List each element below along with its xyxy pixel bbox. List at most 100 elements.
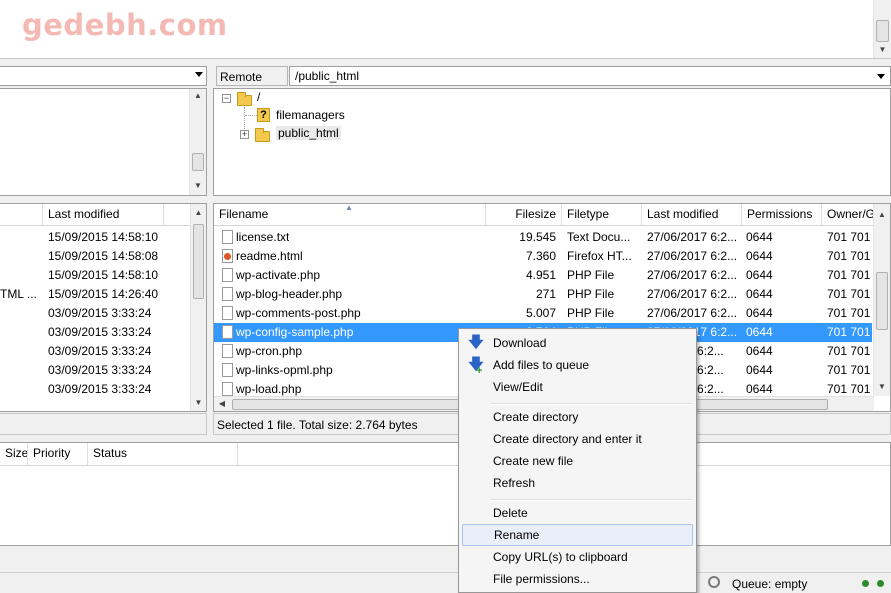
cell-filesize: 19.545: [519, 230, 556, 244]
table-row[interactable]: TML ... 15/09/2015 14:26:40: [0, 285, 192, 304]
local-directory-tree[interactable]: ▲ ▼: [0, 88, 207, 196]
menu-item-add-to-queue[interactable]: 🡇 + Add files to queue: [462, 354, 693, 378]
menu-item-delete[interactable]: Delete: [462, 502, 693, 524]
column-header[interactable]: [0, 204, 43, 225]
sort-ascending-icon: ▲: [345, 204, 353, 212]
dropdown-arrow-icon[interactable]: [195, 72, 203, 77]
file-icon: [222, 325, 233, 339]
context-menu: 🡇 Download 🡇 + Add files to queue View/Ed…: [458, 328, 697, 593]
scroll-down-icon[interactable]: ▼: [190, 179, 206, 193]
cell-fragment: TML ...: [0, 287, 37, 301]
table-row[interactable]: readme.html 7.360 Firefox HT... 27/06/20…: [214, 247, 872, 266]
cell-permissions: 0644: [746, 363, 773, 377]
cell-filesize: 4.951: [525, 268, 556, 282]
cell-filename: wp-activate.php: [236, 268, 321, 282]
table-row[interactable]: wp-comments-post.php 5.007 PHP File 27/0…: [214, 304, 872, 323]
remote-site-label: Remote site:: [216, 66, 288, 104]
column-header-priority[interactable]: Priority: [28, 443, 88, 465]
message-log-scrollbar[interactable]: ▼: [873, 0, 891, 58]
speed-limit-icon[interactable]: [708, 576, 720, 588]
remote-site-path[interactable]: /public_html: [295, 69, 359, 83]
cell-permissions: 0644: [746, 344, 773, 358]
cell-filetype: PHP File: [567, 306, 615, 320]
menu-item-create-directory-enter[interactable]: Create directory and enter it: [462, 428, 693, 450]
scroll-left-icon[interactable]: ◀: [216, 397, 228, 411]
column-header-last-modified[interactable]: Last modified: [43, 204, 164, 225]
scroll-down-icon[interactable]: ▼: [874, 43, 891, 57]
menu-item-rename[interactable]: Rename: [462, 524, 693, 546]
scroll-up-icon[interactable]: ▲: [874, 208, 890, 222]
tree-item-root[interactable]: /: [257, 90, 260, 104]
remote-list-scrollbar[interactable]: ▲ ▼: [873, 204, 890, 396]
scroll-down-icon[interactable]: ▼: [191, 396, 206, 410]
column-header-filename[interactable]: Filename ▲: [214, 204, 486, 225]
scrollbar-thumb[interactable]: [193, 224, 204, 299]
cell-owner: 701 701: [827, 287, 871, 301]
table-row[interactable]: 03/09/2015 3:33:24: [0, 342, 192, 361]
cell-filename: license.txt: [236, 230, 290, 244]
collapse-icon[interactable]: −: [222, 94, 231, 103]
scroll-up-icon[interactable]: ▲: [190, 89, 206, 103]
cell-last-modified: 27/06/2017 6:2...: [647, 230, 738, 244]
local-file-list[interactable]: Last modified 15/09/2015 14:58:10 15/09/…: [0, 203, 207, 412]
file-icon: [222, 268, 233, 282]
menu-item-download[interactable]: 🡇 Download: [462, 332, 693, 354]
menu-item-view-edit[interactable]: View/Edit: [462, 376, 693, 398]
table-row[interactable]: 03/09/2015 3:33:24: [0, 304, 192, 323]
scrollbar-thumb[interactable]: [192, 153, 204, 171]
table-row[interactable]: license.txt 19.545 Text Docu... 27/06/20…: [214, 228, 872, 247]
cell-filename: wp-blog-header.php: [236, 287, 343, 301]
cell-owner: 701 701: [827, 249, 871, 263]
local-tree-scrollbar[interactable]: ▲ ▼: [189, 89, 206, 195]
local-site-path-combo[interactable]: [0, 66, 207, 86]
cell-filename: wp-config-sample.php: [236, 325, 354, 339]
table-row[interactable]: 03/09/2015 3:33:24: [0, 361, 192, 380]
cell-filetype: Firefox HT...: [567, 249, 632, 263]
local-list-scrollbar[interactable]: ▲ ▼: [190, 204, 206, 411]
expand-icon[interactable]: +: [240, 130, 249, 139]
menu-item-label: Download: [493, 336, 547, 350]
column-header-permissions[interactable]: Permissions: [742, 204, 822, 225]
status-bar: Queue: empty: [0, 572, 891, 593]
menu-item-label: Delete: [493, 506, 528, 520]
cell-permissions: 0644: [746, 306, 773, 320]
menu-item-label: Refresh: [493, 476, 536, 490]
menu-item-refresh[interactable]: Refresh: [462, 472, 693, 494]
cell-last-modified: 15/09/2015 14:58:10: [48, 268, 159, 282]
download-arrow-icon: 🡇: [468, 334, 484, 351]
column-header-size[interactable]: Size: [0, 443, 28, 465]
menu-item-label: Create new file: [493, 454, 574, 468]
table-row[interactable]: 15/09/2015 14:58:10: [0, 228, 192, 247]
column-header-filetype[interactable]: Filetype: [562, 204, 642, 225]
table-row[interactable]: wp-activate.php 4.951 PHP File 27/06/201…: [214, 266, 872, 285]
cell-last-modified: 15/09/2015 14:26:40: [48, 287, 159, 301]
scrollbar-thumb[interactable]: [876, 272, 888, 330]
dropdown-arrow-icon[interactable]: [877, 74, 885, 79]
remote-directory-tree[interactable]: − / ? filemanagers + public_html: [213, 88, 891, 196]
menu-item-copy-url[interactable]: Copy URL(s) to clipboard: [462, 546, 693, 568]
menu-item-file-permissions[interactable]: File permissions...: [462, 568, 693, 590]
menu-item-create-directory[interactable]: Create directory: [462, 406, 693, 428]
tree-line: [245, 115, 257, 116]
scrollbar-thumb[interactable]: [876, 20, 889, 42]
table-row[interactable]: 03/09/2015 3:33:24: [0, 380, 192, 399]
column-header-status[interactable]: Status: [88, 443, 238, 465]
table-row[interactable]: 15/09/2015 14:58:10: [0, 266, 192, 285]
cell-owner: 701 701: [827, 344, 871, 358]
menu-item-create-new-file[interactable]: Create new file: [462, 450, 693, 472]
menu-item-label: Copy URL(s) to clipboard: [493, 550, 628, 564]
table-row[interactable]: 03/09/2015 3:33:24: [0, 323, 192, 342]
table-row[interactable]: wp-blog-header.php 271 PHP File 27/06/20…: [214, 285, 872, 304]
scroll-up-icon[interactable]: ▲: [191, 206, 206, 220]
table-row[interactable]: 15/09/2015 14:58:08: [0, 247, 192, 266]
remote-site-path-combo[interactable]: /public_html: [289, 66, 891, 86]
transfer-queue[interactable]: Size Priority Status: [0, 442, 891, 546]
tree-item-filemanagers[interactable]: filemanagers: [276, 108, 345, 122]
menu-item-label: Create directory and enter it: [493, 432, 642, 446]
column-header-last-modified[interactable]: Last modified: [642, 204, 742, 225]
column-header-filesize[interactable]: Filesize: [486, 204, 562, 225]
activity-indicator-icon: [877, 580, 884, 587]
tree-item-public-html[interactable]: public_html: [276, 126, 341, 140]
scroll-down-icon[interactable]: ▼: [874, 380, 890, 394]
file-icon: [222, 363, 233, 377]
